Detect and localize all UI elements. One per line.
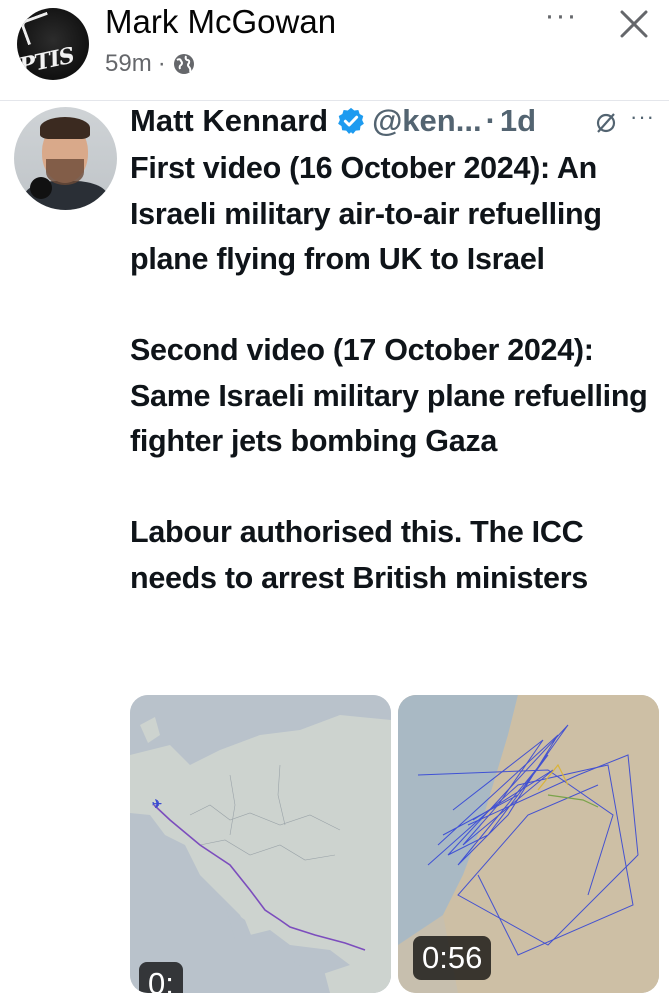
- video-thumbnail-gaza-map[interactable]: 0:56: [398, 695, 659, 993]
- video-duration-badge: 0:: [139, 962, 183, 993]
- video-thumbnail-europe-map[interactable]: ✈ 0:: [130, 695, 391, 993]
- post-meta: 59m ·: [105, 50, 196, 78]
- grok-icon[interactable]: [593, 110, 619, 136]
- post-author-name[interactable]: Mark McGowan: [105, 3, 336, 41]
- tweet-time[interactable]: 1d: [500, 103, 536, 139]
- page-avatar[interactable]: PTIS: [17, 8, 89, 80]
- tweet-more-button[interactable]: ···: [630, 104, 655, 130]
- globe-icon: [173, 54, 194, 74]
- tweet-handle[interactable]: @ken...: [372, 103, 481, 139]
- svg-text:✈: ✈: [152, 797, 162, 811]
- tweet-header: Matt Kennard @ken... · 1d: [130, 101, 536, 141]
- tweet-text: First video (16 October 2024): An Israel…: [130, 146, 665, 601]
- meta-separator: ·: [157, 50, 166, 77]
- tweet-paragraph-2: Second video (17 October 2024): Same Isr…: [130, 333, 648, 458]
- post-time[interactable]: 59m: [105, 50, 152, 78]
- tweet-separator: ·: [485, 103, 496, 138]
- avatar-logo-text: PTIS: [17, 42, 77, 80]
- more-options-button[interactable]: ···: [541, 1, 581, 36]
- facebook-post-header: PTIS Mark McGowan 59m · ···: [0, 0, 669, 100]
- tweet-author-avatar[interactable]: [14, 107, 117, 210]
- europe-map-graphic: ✈: [130, 695, 391, 993]
- close-icon[interactable]: [614, 4, 654, 44]
- video-duration-badge: 0:56: [413, 936, 492, 980]
- verified-badge-icon: [338, 107, 364, 134]
- tweet-paragraph-3: Labour authorised this. The ICC needs to…: [130, 515, 588, 595]
- tweet-author-name[interactable]: Matt Kennard: [130, 103, 328, 139]
- tweet-paragraph-1: First video (16 October 2024): An Israel…: [130, 151, 602, 276]
